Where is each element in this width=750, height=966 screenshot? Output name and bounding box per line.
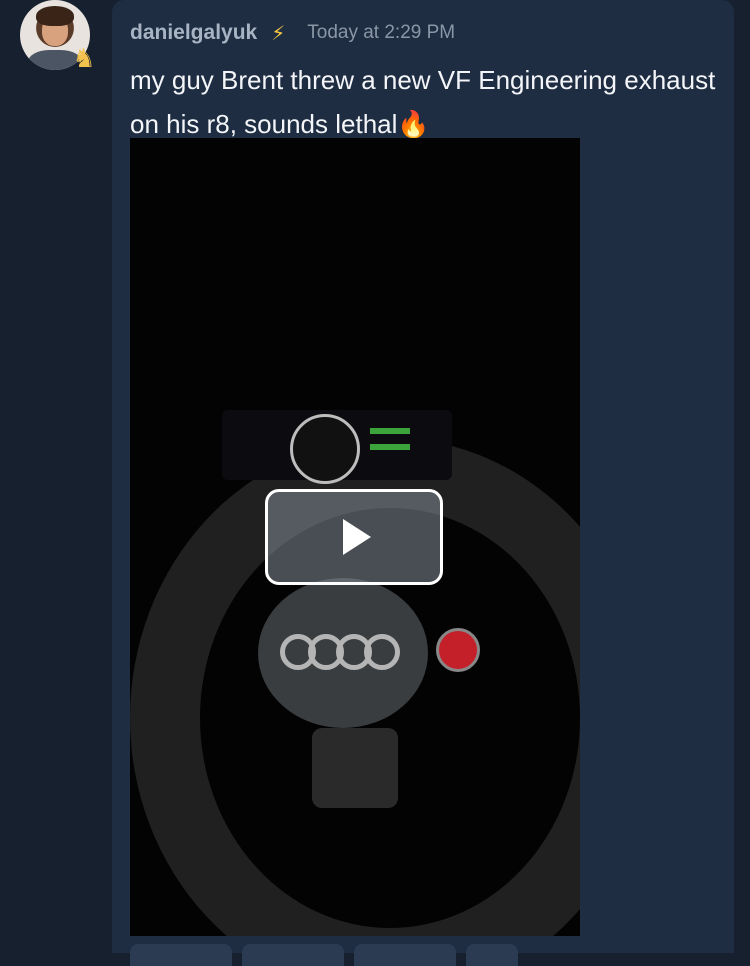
reaction-chip[interactable] — [242, 944, 344, 966]
play-button[interactable] — [265, 489, 443, 585]
reaction-chip[interactable] — [354, 944, 456, 966]
play-icon — [343, 519, 371, 555]
fire-emoji: 🔥 — [397, 109, 430, 139]
video-attachment[interactable] — [130, 138, 580, 936]
timestamp: Today at 2:29 PM — [307, 22, 456, 43]
knight-badge-icon: ♞ — [72, 44, 96, 74]
message-text: my guy Brent threw a new VF Engineering … — [130, 58, 720, 146]
message-header: danielgalyuk ⚡ Today at 2:29 PM — [130, 18, 455, 48]
video-frame-start-button — [436, 628, 480, 672]
message-card: danielgalyuk ⚡ Today at 2:29 PM my guy B… — [112, 0, 734, 966]
reaction-chip[interactable] — [130, 944, 232, 966]
username[interactable]: danielgalyuk — [130, 21, 257, 45]
left-rail: ♞ — [0, 0, 112, 953]
bolt-icon: ⚡ — [271, 21, 286, 45]
avatar[interactable]: ♞ — [20, 0, 96, 74]
reaction-chip[interactable] — [466, 944, 518, 966]
video-frame-gauge — [290, 414, 360, 484]
reaction-bar — [130, 944, 518, 966]
